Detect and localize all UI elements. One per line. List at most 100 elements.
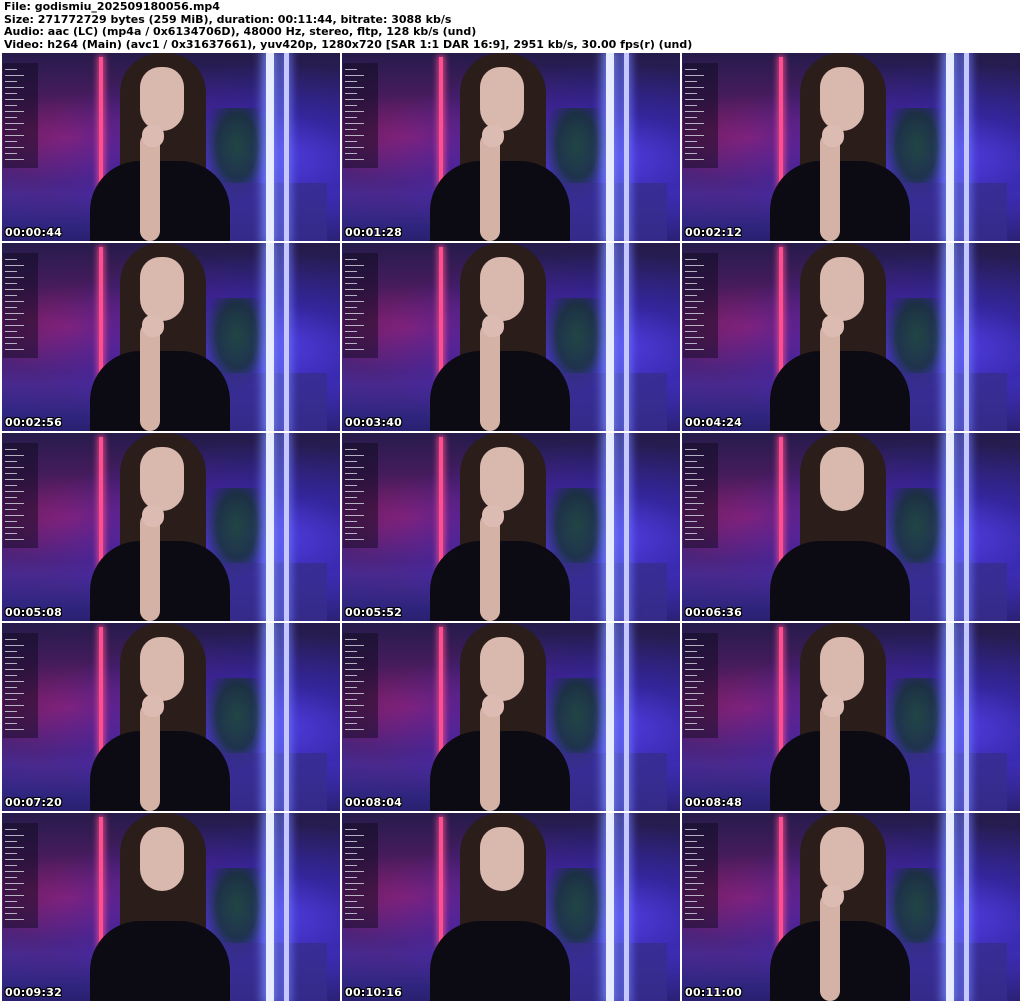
tip-menu-row [5,467,24,468]
tip-menu-row [5,117,17,118]
timestamp-label: 00:02:12 [685,226,743,239]
video-thumbnail: 00:11:00 [682,813,1020,1001]
tip-menu-row [685,277,704,278]
thumbnail-grid: 00:00:44 00:01:28 00:02:12 00:02:56 00:03:40… [2,53,1022,1001]
tip-menu-row [685,81,697,82]
blue-neon-light [606,243,614,431]
blue-neon-light [606,53,614,241]
person-torso [430,541,570,621]
tip-menu-row [345,539,364,540]
tip-menu-row [345,349,364,350]
tip-menu-row [685,907,704,908]
tip-menu-row [5,159,24,160]
tip-menu-row [685,883,704,884]
tip-menu-row [345,479,364,480]
tip-menu-row [685,705,704,706]
video-thumbnail: 00:02:56 [2,243,340,431]
person-face [480,257,524,321]
tip-menu-overlay [343,63,378,168]
blue-neon-light [946,433,954,621]
tip-menu-row [5,473,17,474]
person-face [480,447,524,511]
timestamp-label: 00:04:24 [685,416,743,429]
video-thumbnail: 00:05:08 [2,433,340,621]
video-thumbnail: 00:02:12 [682,53,1020,241]
timestamp-label: 00:05:52 [345,606,403,619]
tip-menu-row [5,491,24,492]
tip-menu-row [345,69,357,70]
tip-menu-row [345,159,364,160]
tip-menu-row [685,461,697,462]
person-face [820,67,864,131]
tip-menu-row [345,527,364,528]
tip-menu-row [5,723,17,724]
tip-menu-row [5,319,17,320]
tip-menu-row [345,871,364,872]
person-face [140,827,184,891]
person-torso [90,541,230,621]
tip-menu-row [345,913,357,914]
tip-menu-row [345,147,364,148]
tip-menu-row [5,681,24,682]
tip-menu-row [5,521,17,522]
tip-menu-row [345,651,357,652]
tip-menu-row [685,313,704,314]
tip-menu-row [685,527,704,528]
person-arm [820,323,840,431]
tip-menu-row [5,865,17,866]
tip-menu-row [345,509,357,510]
tip-menu-row [345,681,364,682]
tip-menu-row [685,123,704,124]
pink-neon-light [99,437,103,569]
person-torso [90,921,230,1001]
tip-menu-row [685,699,697,700]
tip-menu-row [5,313,24,314]
tip-menu-row [685,681,704,682]
person-face [820,827,864,891]
tip-menu-row [5,277,24,278]
person-arm [480,323,500,431]
tip-menu-row [685,449,697,450]
tip-menu-row [5,503,24,504]
person-face [820,447,864,511]
blue-neon-light-secondary [624,53,629,241]
tip-menu-row [685,841,697,842]
person-hand [482,695,504,717]
tip-menu-row [5,717,24,718]
tip-menu-row [5,93,17,94]
tip-menu-row [345,865,357,866]
tip-menu-row [5,663,17,664]
tip-menu-row [685,99,704,100]
tip-menu-row [685,349,704,350]
tip-menu-row [345,289,364,290]
blue-neon-light [266,813,274,1001]
blue-neon-light [266,53,274,241]
tip-menu-row [345,277,364,278]
tip-menu-row [345,521,357,522]
blue-neon-light-secondary [284,433,289,621]
blue-neon-light-secondary [964,623,969,811]
tip-menu-row [345,663,357,664]
tip-menu-row [5,639,17,640]
tip-menu-row [345,711,357,712]
tip-menu-row [5,877,17,878]
tip-menu-row [685,147,704,148]
tip-menu-row [5,99,24,100]
tip-menu-row [345,141,357,142]
person-arm [140,323,160,431]
timestamp-label: 00:10:16 [345,986,403,999]
tip-menu-row [345,705,364,706]
person-hand [142,695,164,717]
tip-menu-overlay [3,443,38,548]
tip-menu-row [5,87,24,88]
tip-menu-row [685,485,697,486]
blue-neon-light [266,623,274,811]
tip-menu-row [5,343,17,344]
tip-menu-row [685,337,704,338]
tip-menu-row [685,87,704,88]
tip-menu-overlay [683,63,718,168]
person-arm [140,703,160,811]
audio-line: Audio: aac (LC) (mp4a / 0x6134706D), 480… [4,25,477,39]
video-thumbnail: 00:08:48 [682,623,1020,811]
tip-menu-row [5,729,24,730]
